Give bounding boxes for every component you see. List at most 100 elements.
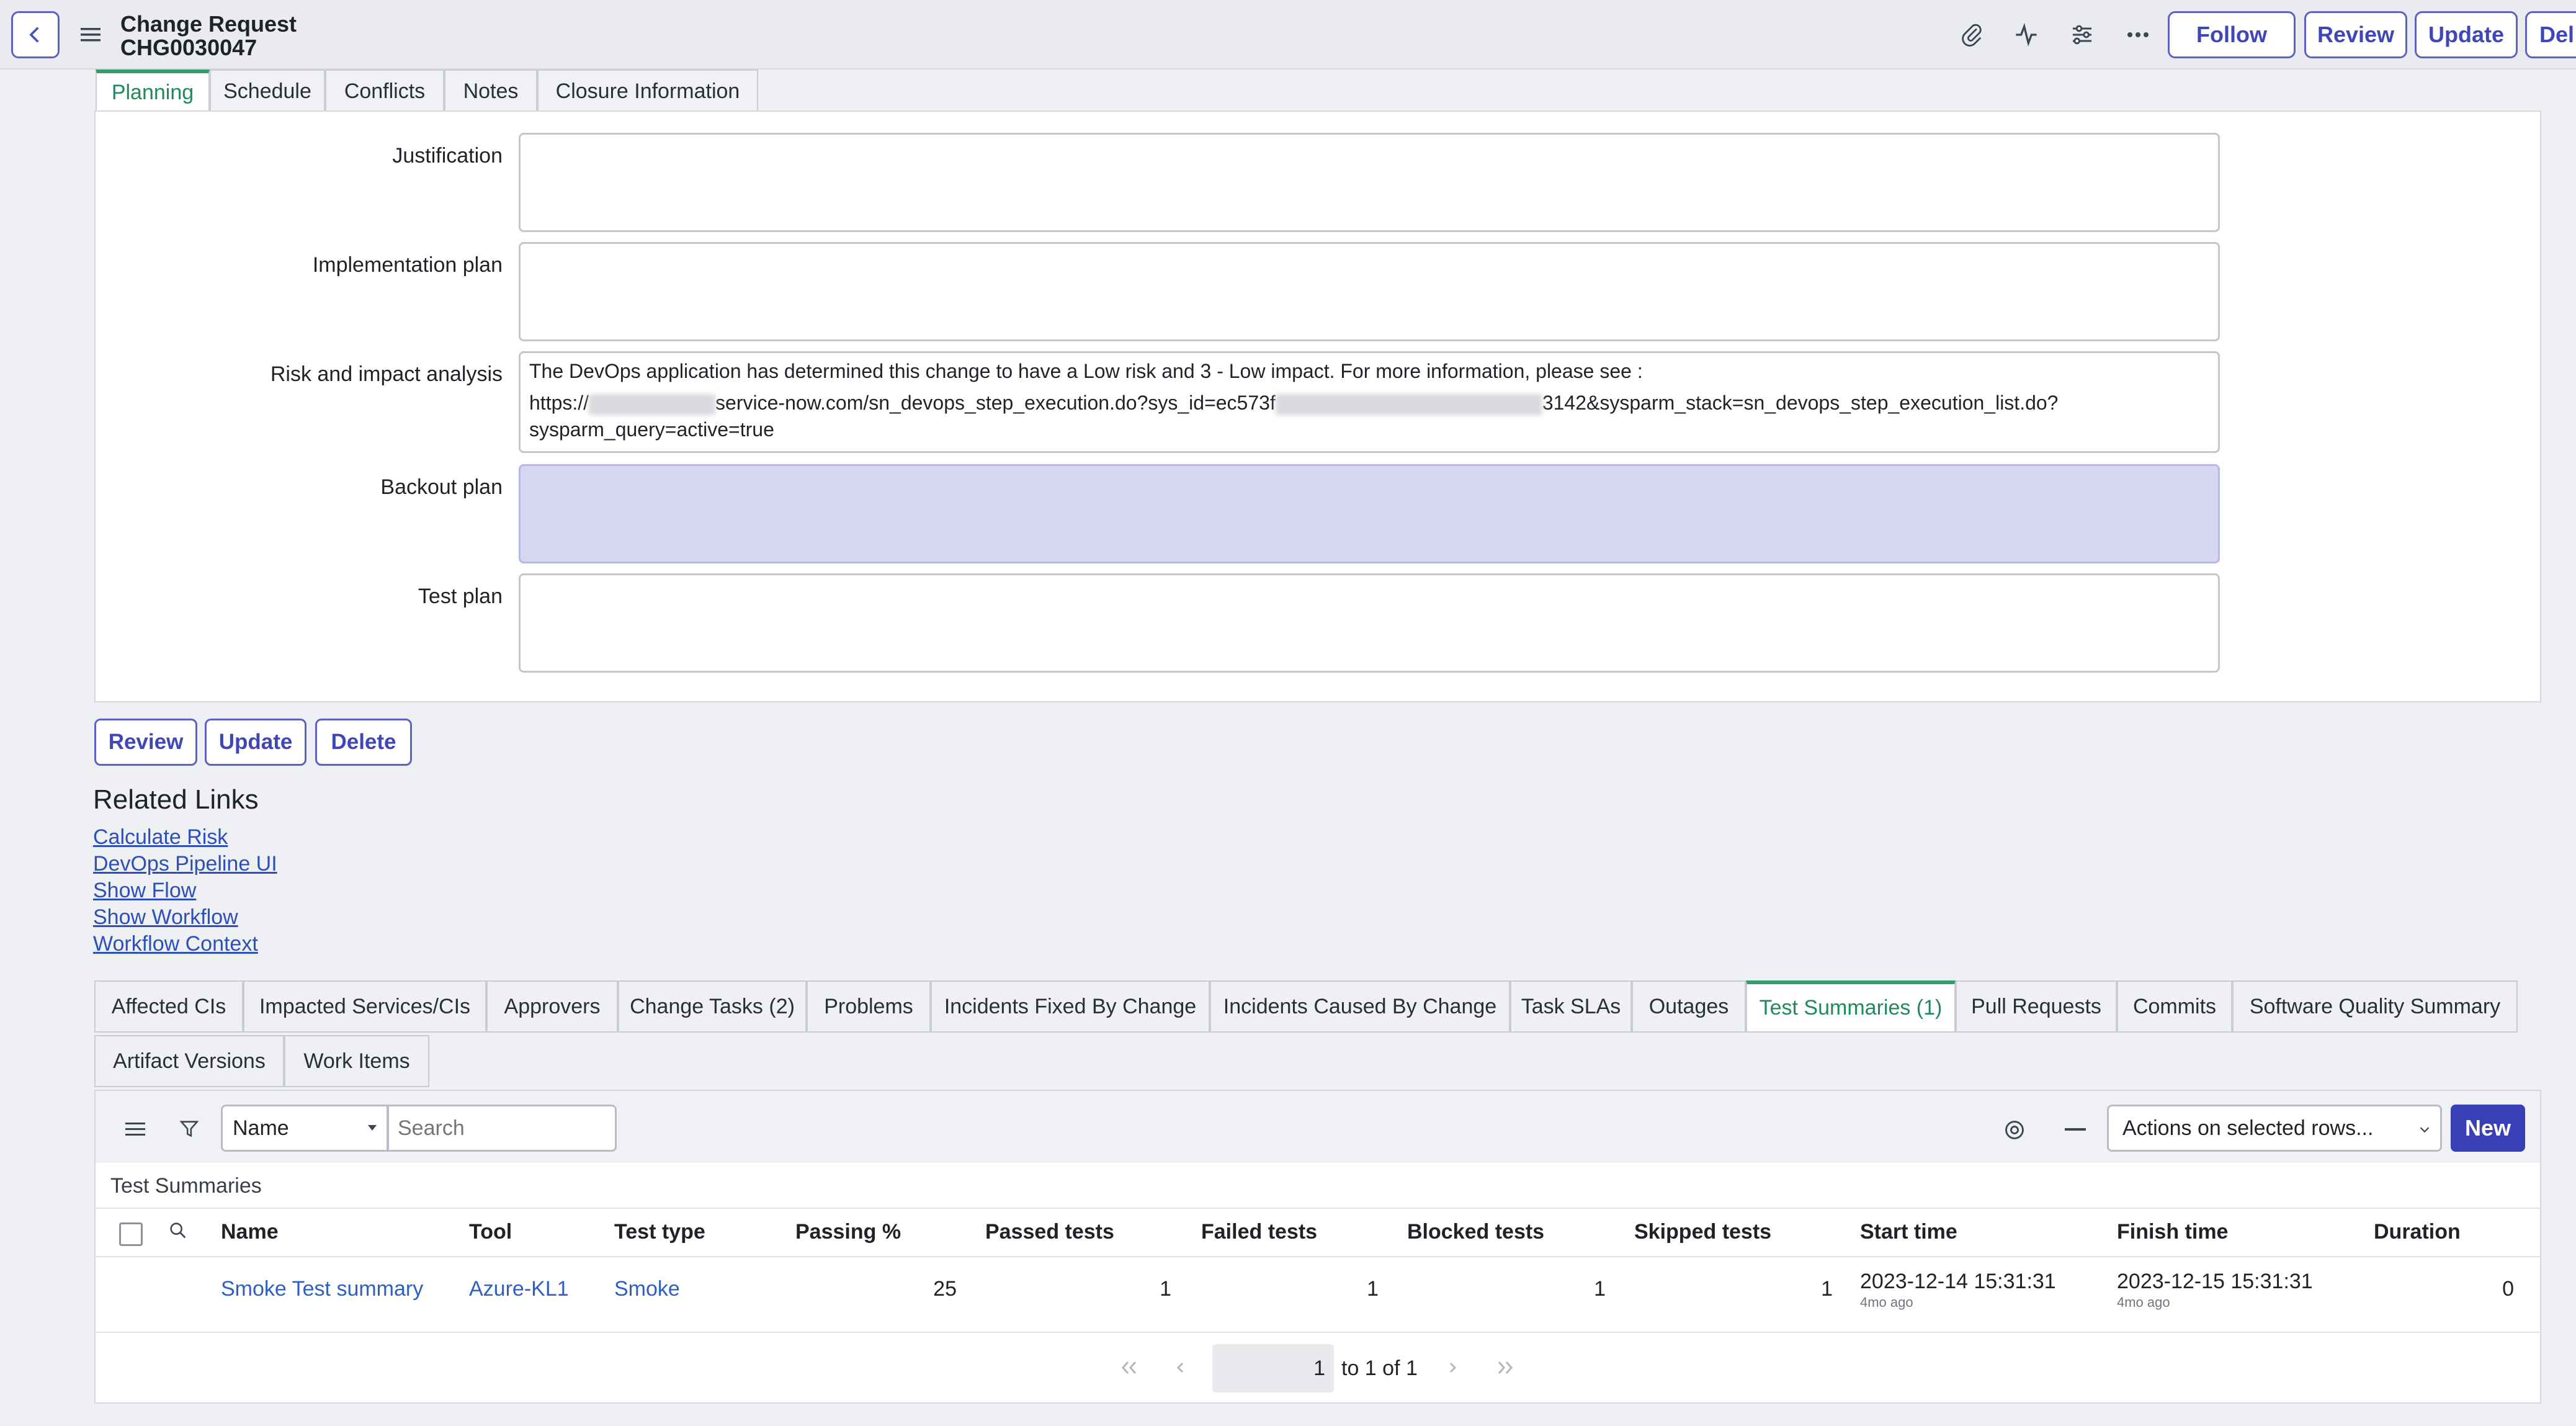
prev-page-icon[interactable] bbox=[1174, 1359, 1189, 1378]
cell-name-link[interactable]: Smoke Test summary bbox=[221, 1277, 423, 1301]
rtab-impacted-services[interactable]: Impacted Services/CIs bbox=[243, 980, 486, 1033]
tab-schedule[interactable]: Schedule bbox=[210, 70, 325, 112]
select-caret-icon bbox=[368, 1125, 377, 1131]
record-number: CHG0030047 bbox=[120, 35, 257, 60]
col-passing[interactable]: Passing % bbox=[795, 1220, 901, 1244]
cell-finish-time: 2023-12-15 15:31:31 bbox=[2117, 1270, 2313, 1293]
tab-planning[interactable]: Planning bbox=[96, 70, 210, 112]
cell-duration: 0 bbox=[2502, 1277, 2514, 1301]
gear-icon[interactable] bbox=[1999, 1114, 2030, 1146]
cell-passing: 25 bbox=[933, 1277, 957, 1301]
back-button[interactable] bbox=[11, 11, 60, 58]
col-blocked-tests[interactable]: Blocked tests bbox=[1407, 1220, 1544, 1244]
tab-conflicts[interactable]: Conflicts bbox=[325, 70, 444, 112]
first-page-icon[interactable] bbox=[1118, 1359, 1140, 1378]
rtab-software-quality-summary[interactable]: Software Quality Summary bbox=[2232, 980, 2518, 1033]
select-all-checkbox[interactable] bbox=[119, 1222, 143, 1246]
link-calculate-risk[interactable]: Calculate Risk bbox=[93, 825, 228, 850]
review-button[interactable]: Review bbox=[94, 719, 197, 766]
link-devops-pipeline-ui[interactable]: DevOps Pipeline UI bbox=[93, 852, 277, 876]
backout-plan-field[interactable] bbox=[519, 464, 2220, 563]
cell-tool-link[interactable]: Azure-KL1 bbox=[469, 1277, 569, 1301]
collapse-icon[interactable] bbox=[2065, 1128, 2086, 1131]
cell-finish-relative: 4mo ago bbox=[2117, 1294, 2170, 1310]
follow-button[interactable]: Follow bbox=[2168, 11, 2296, 58]
backout-plan-label: Backout plan bbox=[380, 475, 503, 499]
pulse-icon[interactable] bbox=[2010, 19, 2042, 51]
search-input[interactable] bbox=[387, 1105, 617, 1152]
col-test-type[interactable]: Test type bbox=[614, 1220, 705, 1244]
rtab-incidents-caused[interactable]: Incidents Caused By Change bbox=[1210, 980, 1510, 1033]
implementation-plan-label: Implementation plan bbox=[312, 253, 503, 277]
cell-skipped: 1 bbox=[1821, 1277, 1833, 1301]
list-title: Test Summaries bbox=[110, 1174, 262, 1198]
delete-button[interactable]: Delete bbox=[315, 719, 412, 766]
col-skipped-tests[interactable]: Skipped tests bbox=[1634, 1220, 1771, 1244]
risk-analysis-line2: https://service-now.com/sn_devops_step_e… bbox=[529, 392, 2059, 415]
col-finish-time[interactable]: Finish time bbox=[2117, 1220, 2228, 1244]
rtab-test-summaries[interactable]: Test Summaries (1) bbox=[1746, 980, 1956, 1033]
risk-analysis-line1: The DevOps application has determined th… bbox=[529, 360, 1643, 382]
implementation-plan-field[interactable] bbox=[519, 242, 2220, 341]
col-start-time[interactable]: Start time bbox=[1860, 1220, 1957, 1244]
chevron-down-icon bbox=[2420, 1127, 2430, 1133]
actions-select[interactable]: Actions on selected rows... bbox=[2107, 1105, 2442, 1152]
rtab-incidents-fixed[interactable]: Incidents Fixed By Change bbox=[931, 980, 1210, 1033]
rtab-work-items[interactable]: Work Items bbox=[284, 1035, 429, 1087]
col-failed-tests[interactable]: Failed tests bbox=[1201, 1220, 1317, 1244]
update-button[interactable]: Update bbox=[205, 719, 306, 766]
redacted-host bbox=[589, 393, 716, 415]
risk-analysis-label: Risk and impact analysis bbox=[270, 362, 503, 386]
filter-icon[interactable] bbox=[175, 1114, 203, 1143]
rtab-task-slas[interactable]: Task SLAs bbox=[1510, 980, 1632, 1033]
link-show-workflow[interactable]: Show Workflow bbox=[93, 905, 238, 930]
cell-start-time: 2023-12-14 15:31:31 bbox=[1860, 1270, 2056, 1293]
risk-analysis-line3: sysparm_query=active=true bbox=[529, 418, 774, 441]
col-passed-tests[interactable]: Passed tests bbox=[985, 1220, 1114, 1244]
page-range-text: to 1 of 1 bbox=[1341, 1356, 1418, 1380]
rtab-pull-requests[interactable]: Pull Requests bbox=[1956, 980, 2117, 1033]
update-button-header[interactable]: Update bbox=[2415, 11, 2518, 58]
review-button-header[interactable]: Review bbox=[2304, 11, 2407, 58]
rtab-approvers[interactable]: Approvers bbox=[486, 980, 618, 1033]
col-name[interactable]: Name bbox=[221, 1220, 279, 1244]
last-page-icon[interactable] bbox=[1495, 1359, 1518, 1378]
new-button[interactable]: New bbox=[2451, 1105, 2525, 1152]
page-number-input[interactable]: 1 bbox=[1212, 1344, 1334, 1392]
risk-analysis-field[interactable]: The DevOps application has determined th… bbox=[519, 351, 2220, 453]
test-plan-label: Test plan bbox=[418, 585, 503, 608]
col-duration[interactable]: Duration bbox=[2374, 1220, 2461, 1244]
link-show-flow[interactable]: Show Flow bbox=[93, 879, 196, 903]
justification-field[interactable] bbox=[519, 133, 2220, 232]
record-header: Change Request CHG0030047 Follow Review … bbox=[0, 0, 2576, 70]
record-type: Change Request bbox=[120, 11, 297, 37]
chevron-left-icon bbox=[29, 27, 39, 43]
cell-passed: 1 bbox=[1160, 1277, 1171, 1301]
hamburger-icon[interactable] bbox=[77, 21, 104, 48]
delete-button-header[interactable]: Del bbox=[2525, 11, 2576, 58]
rtab-commits[interactable]: Commits bbox=[2117, 980, 2232, 1033]
related-links-title: Related Links bbox=[93, 784, 259, 815]
column-search-icon[interactable] bbox=[168, 1220, 192, 1245]
rtab-outages[interactable]: Outages bbox=[1632, 980, 1746, 1033]
rtab-change-tasks[interactable]: Change Tasks (2) bbox=[618, 980, 807, 1033]
link-workflow-context[interactable]: Workflow Context bbox=[93, 932, 258, 956]
redacted-sys-id bbox=[1275, 393, 1542, 415]
paperclip-icon[interactable] bbox=[1956, 19, 1988, 51]
rtab-problems[interactable]: Problems bbox=[807, 980, 931, 1033]
next-page-icon[interactable] bbox=[1447, 1359, 1462, 1378]
field-select[interactable]: Name bbox=[221, 1105, 388, 1152]
ellipsis-icon[interactable] bbox=[2122, 19, 2154, 51]
list-menu-icon[interactable] bbox=[122, 1116, 149, 1143]
sliders-icon[interactable] bbox=[2066, 19, 2098, 51]
rtab-artifact-versions[interactable]: Artifact Versions bbox=[94, 1035, 284, 1087]
justification-label: Justification bbox=[392, 144, 503, 168]
cell-blocked: 1 bbox=[1594, 1277, 1606, 1301]
test-plan-field[interactable] bbox=[519, 573, 2220, 673]
rtab-affected-cis[interactable]: Affected CIs bbox=[94, 980, 243, 1033]
cell-failed: 1 bbox=[1367, 1277, 1379, 1301]
col-tool[interactable]: Tool bbox=[469, 1220, 512, 1244]
cell-test-type-link[interactable]: Smoke bbox=[614, 1277, 680, 1301]
tab-notes[interactable]: Notes bbox=[444, 70, 537, 112]
tab-closure-information[interactable]: Closure Information bbox=[537, 70, 758, 112]
